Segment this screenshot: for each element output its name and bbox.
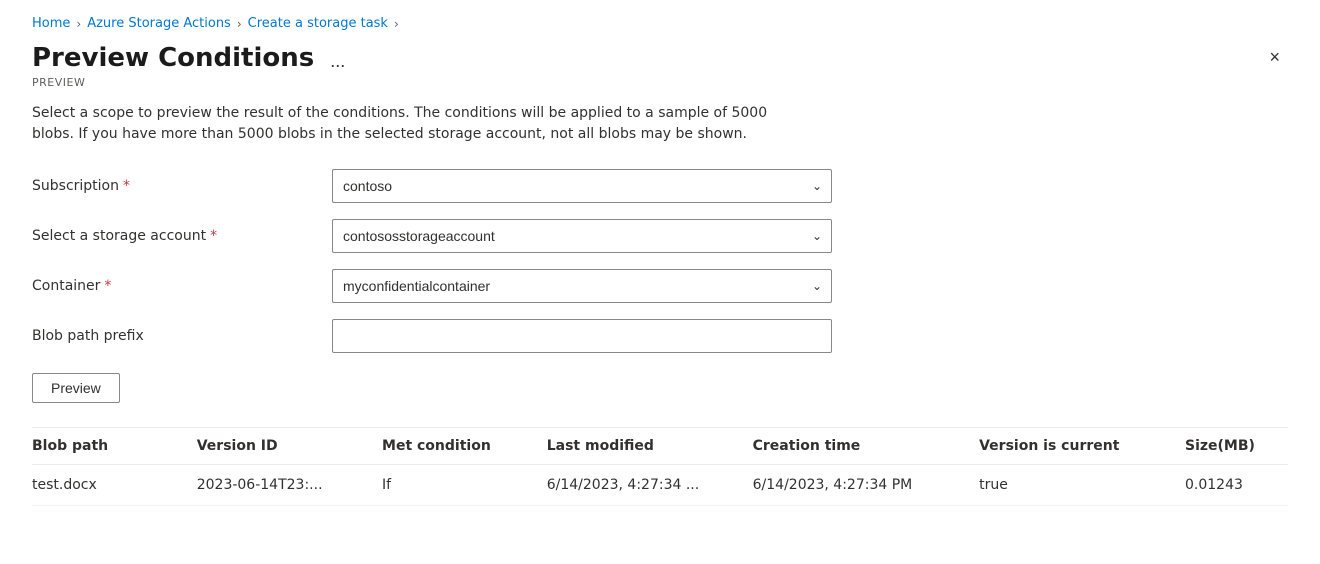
close-button[interactable]: × <box>1261 43 1288 72</box>
size-cell: 0.01243 <box>1185 465 1288 506</box>
blob-path-input[interactable] <box>332 319 832 353</box>
col-header-size: Size(MB) <box>1185 428 1288 465</box>
version-id-cell: 2023-06-14T23:... <box>197 465 382 506</box>
container-required: * <box>104 278 111 294</box>
form-fields: Subscription* contoso ⌄ Select a storage… <box>32 169 1288 353</box>
table-row: test.docx2023-06-14T23:...If6/14/2023, 4… <box>32 465 1288 506</box>
ellipsis-button[interactable]: ... <box>324 50 351 72</box>
storage-account-required: * <box>210 228 217 244</box>
container-label: Container* <box>32 278 332 294</box>
col-header-blob-path: Blob path <box>32 428 197 465</box>
container-select-wrapper: myconfidentialcontainer ⌄ <box>332 269 832 303</box>
preview-badge: PREVIEW <box>32 76 1288 89</box>
storage-account-select[interactable]: contososstorageaccount <box>332 219 832 253</box>
blob-path-cell: test.docx <box>32 465 197 506</box>
subscription-select-wrapper: contoso ⌄ <box>332 169 832 203</box>
col-header-version-is-current: Version is current <box>979 428 1185 465</box>
col-header-creation-time: Creation time <box>753 428 979 465</box>
breadcrumb-home[interactable]: Home <box>32 16 70 31</box>
breadcrumb-sep-2: › <box>237 17 242 31</box>
breadcrumb-sep-3: › <box>394 17 399 31</box>
preview-button[interactable]: Preview <box>32 373 120 403</box>
page-title: Preview Conditions <box>32 43 314 74</box>
blob-path-label: Blob path prefix <box>32 328 332 344</box>
table-body: test.docx2023-06-14T23:...If6/14/2023, 4… <box>32 465 1288 506</box>
subscription-select[interactable]: contoso <box>332 169 832 203</box>
container-select[interactable]: myconfidentialcontainer <box>332 269 832 303</box>
storage-account-label: Select a storage account* <box>32 228 332 244</box>
col-header-version-id: Version ID <box>197 428 382 465</box>
results-table-container: Blob path Version ID Met condition Last … <box>32 428 1288 506</box>
breadcrumb: Home › Azure Storage Actions › Create a … <box>32 16 1288 31</box>
breadcrumb-azure-storage-actions[interactable]: Azure Storage Actions <box>87 16 231 31</box>
version-is-current-cell: true <box>979 465 1185 506</box>
table-header: Blob path Version ID Met condition Last … <box>32 428 1288 465</box>
title-area: Preview Conditions ... <box>32 43 351 74</box>
page-header: Preview Conditions ... × <box>32 43 1288 74</box>
breadcrumb-create-storage-task[interactable]: Create a storage task <box>248 16 388 31</box>
creation-time-cell: 6/14/2023, 4:27:34 PM <box>753 465 979 506</box>
storage-account-select-wrapper: contososstorageaccount ⌄ <box>332 219 832 253</box>
description-text: Select a scope to preview the result of … <box>32 103 812 145</box>
table-header-row: Blob path Version ID Met condition Last … <box>32 428 1288 465</box>
results-table: Blob path Version ID Met condition Last … <box>32 428 1288 506</box>
last-modified-cell: 6/14/2023, 4:27:34 ... <box>547 465 753 506</box>
col-header-last-modified: Last modified <box>547 428 753 465</box>
subscription-label: Subscription* <box>32 178 332 194</box>
met-condition-cell: If <box>382 465 547 506</box>
subscription-required: * <box>123 178 130 194</box>
breadcrumb-sep-1: › <box>76 17 81 31</box>
col-header-met-condition: Met condition <box>382 428 547 465</box>
